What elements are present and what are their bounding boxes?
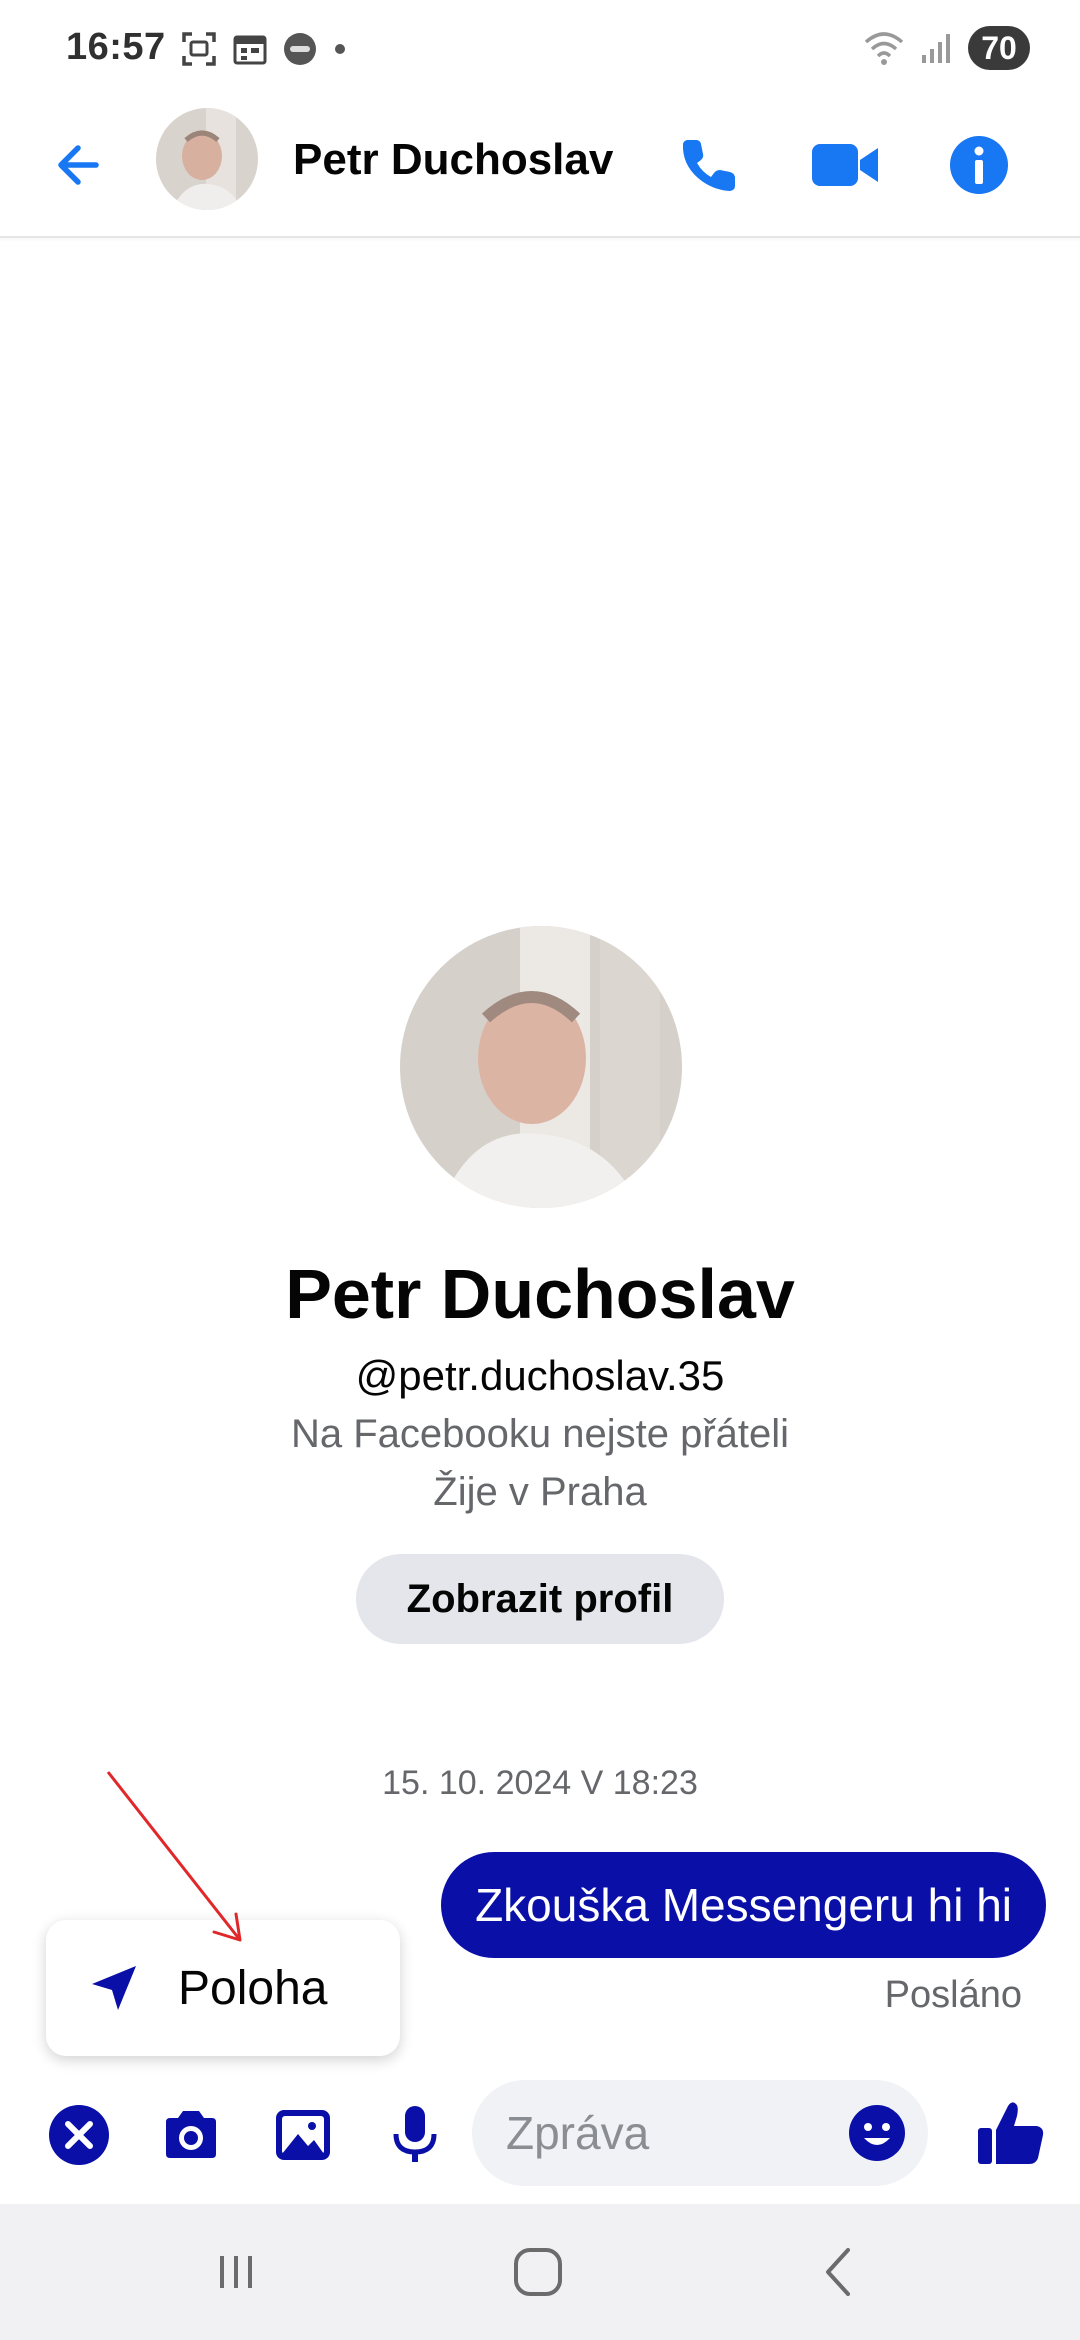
back-arrow-icon[interactable]	[46, 132, 112, 198]
profile-name: Petr Duchoslav	[285, 1255, 795, 1333]
dot-icon	[335, 44, 345, 54]
message-composer	[0, 2070, 1080, 2200]
system-navigation-bar	[0, 2204, 1080, 2340]
profile-photo-icon	[400, 926, 682, 1208]
wear-icon	[284, 33, 316, 65]
calendar-icon	[233, 35, 267, 65]
status-bar: 16:57 70	[0, 0, 1080, 100]
status-time: 16:57	[66, 26, 166, 68]
gallery-icon[interactable]	[270, 2102, 336, 2168]
friend-status: Na Facebooku nejste přáteli	[290, 1412, 790, 1456]
emoji-icon[interactable]	[846, 2102, 908, 2164]
screenshot-icon	[182, 32, 216, 66]
close-icon[interactable]	[46, 2102, 112, 2168]
camera-icon[interactable]	[158, 2102, 224, 2168]
message-timestamp: 15. 10. 2024 V 18:23	[382, 1764, 698, 1802]
contact-avatar[interactable]	[156, 108, 258, 210]
message-input-wrapper	[472, 2080, 928, 2186]
message-input[interactable]	[506, 2098, 836, 2168]
avatar-photo-icon	[156, 108, 258, 210]
wifi-icon	[864, 32, 904, 65]
signal-icon	[922, 34, 950, 63]
profile-handle: @petr.duchoslav.35	[355, 1352, 725, 1399]
contact-name[interactable]: Petr Duchoslav	[293, 135, 613, 185]
profile-avatar[interactable]	[400, 926, 682, 1208]
like-icon[interactable]	[974, 2096, 1048, 2170]
sent-status: Posláno	[884, 1974, 1022, 2016]
location-arrow-icon	[92, 1966, 136, 2010]
menu-item-location[interactable]: Poloha	[178, 1961, 327, 2016]
phone-icon[interactable]	[674, 130, 744, 200]
message-bubble[interactable]: Zkouška Messengeru hi hi	[441, 1852, 1046, 1958]
battery-badge: 70	[968, 26, 1030, 70]
video-icon[interactable]	[810, 130, 880, 200]
home-icon[interactable]	[508, 2242, 568, 2302]
recent-apps-icon[interactable]	[206, 2242, 266, 2302]
back-nav-icon[interactable]	[810, 2242, 870, 2302]
info-icon[interactable]	[944, 130, 1014, 200]
status-icons-left	[180, 30, 348, 68]
attachment-popup-menu: Poloha	[46, 1920, 400, 2056]
profile-location: Žije v Praha	[433, 1470, 647, 1514]
chat-header: Petr Duchoslav	[0, 100, 1080, 238]
status-icons-right: 70	[862, 26, 1030, 70]
microphone-icon[interactable]	[382, 2102, 448, 2168]
view-profile-button[interactable]: Zobrazit profil	[356, 1554, 724, 1644]
